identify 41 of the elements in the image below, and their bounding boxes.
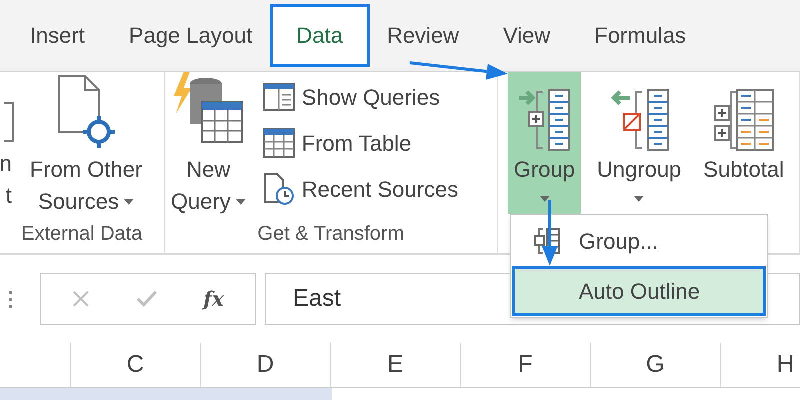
ribbon-button[interactable]: Subtotal xyxy=(698,72,790,214)
ribbon-tab[interactable]: View xyxy=(503,19,550,52)
group-label: External Data xyxy=(21,222,143,247)
table-icon xyxy=(262,128,295,158)
ribbon-button[interactable]: Group xyxy=(508,72,582,214)
ribbon-tab[interactable]: Formulas xyxy=(594,19,686,52)
ribbon-tab[interactable]: Page Layout xyxy=(129,19,253,52)
insert-function-button[interactable]: fx xyxy=(204,284,224,314)
subtotal-grid-icon xyxy=(712,88,775,154)
window-icon xyxy=(262,83,295,111)
ribbon-button[interactable]: Recent Sources xyxy=(262,170,458,208)
ribbon-label: n xyxy=(0,150,12,178)
column-header[interactable]: C xyxy=(70,343,200,387)
ribbon-tab[interactable]: Review xyxy=(387,19,460,52)
grip-icon xyxy=(9,290,13,308)
ribbon-button[interactable]: Show Queries xyxy=(262,78,458,116)
close-icon[interactable] xyxy=(72,290,90,308)
ribbon-tab[interactable]: Insert xyxy=(30,19,86,52)
dropdown-caret-icon xyxy=(236,199,246,205)
ribbon-tab[interactable]: Data xyxy=(270,4,370,67)
arrow xyxy=(542,200,558,266)
ribbon-button[interactable]: From Table xyxy=(262,124,458,162)
column-header[interactable]: H xyxy=(720,343,800,387)
column-header[interactable]: E xyxy=(330,343,460,387)
document-clock-icon xyxy=(262,172,295,206)
ribbon-button[interactable]: Ungroup xyxy=(591,72,688,214)
dropdown-caret-icon xyxy=(540,196,550,202)
document-icon xyxy=(4,102,14,142)
ribbon-label: t xyxy=(6,182,12,210)
ribbon-button[interactable]: From Other Sources xyxy=(24,72,148,214)
dropdown-caret-icon xyxy=(124,199,134,205)
menu-item[interactable]: Auto Outline xyxy=(512,266,766,316)
column-header[interactable]: G xyxy=(590,343,720,387)
column-header[interactable]: D xyxy=(200,343,330,387)
cell-value: East xyxy=(293,284,342,314)
dropdown-caret-icon xyxy=(634,196,644,202)
group-rows-icon xyxy=(516,88,573,154)
checkmark-icon[interactable] xyxy=(136,290,158,308)
group-label: Get & Transform xyxy=(258,222,404,247)
column-header[interactable]: F xyxy=(460,343,590,387)
ribbon-button[interactable]: New Query xyxy=(165,72,252,214)
